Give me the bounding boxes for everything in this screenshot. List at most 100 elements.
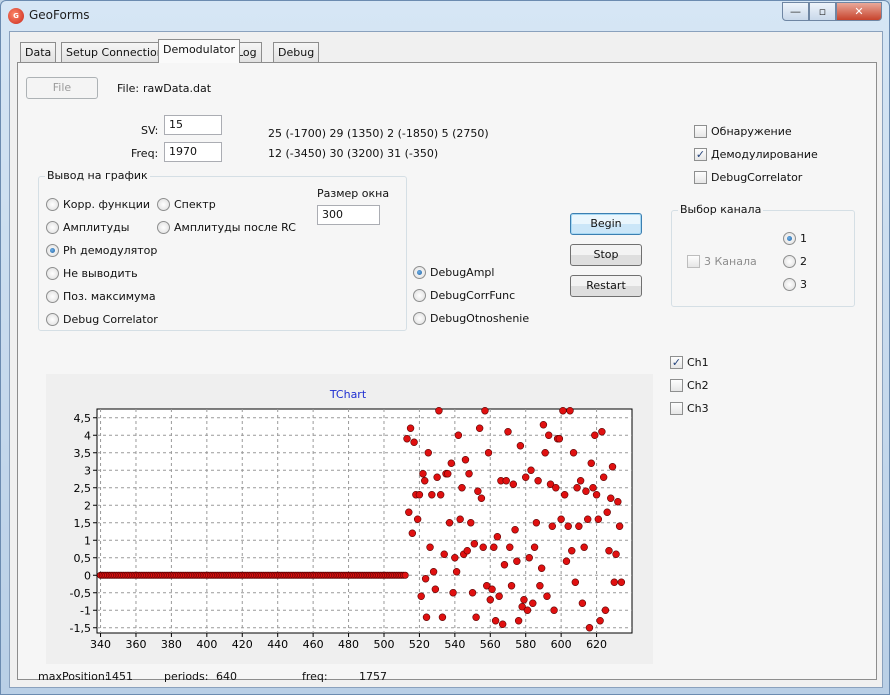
chart-title: TChart <box>329 388 367 401</box>
file-button[interactable]: File <box>26 77 98 99</box>
data-point <box>527 466 535 474</box>
data-point <box>461 456 470 464</box>
data-point <box>530 543 539 551</box>
x-tick-label: 500 <box>373 638 394 651</box>
radio-ph-demodulator[interactable]: Ph демодулятор <box>46 242 157 258</box>
checkbox-label: Ch3 <box>687 401 709 415</box>
tab-setup-connection[interactable]: Setup Connection <box>61 42 169 62</box>
tab-data[interactable]: Data <box>20 42 57 62</box>
checkbox-label: Обнаружение <box>711 124 792 138</box>
data-point <box>513 557 521 565</box>
radio-channel-2[interactable]: 2 <box>783 253 807 269</box>
data-point <box>587 459 595 467</box>
radio-debug-ampl[interactable]: DebugAmpl <box>413 264 494 280</box>
close-button[interactable]: ✕ <box>836 2 882 21</box>
checkbox-ch2[interactable]: Ch2 <box>670 377 709 393</box>
radio-selected-icon <box>413 265 426 279</box>
radio-channel-1[interactable]: 1 <box>783 230 807 246</box>
data-point <box>456 515 464 523</box>
x-tick-label: 400 <box>196 638 217 651</box>
data-point <box>444 470 452 478</box>
radio-label: Поз. максимума <box>63 289 156 303</box>
x-tick-label: 340 <box>90 638 111 651</box>
begin-button[interactable]: Begin <box>570 213 642 235</box>
window-size-field[interactable]: 300 <box>317 205 380 225</box>
data-point <box>452 568 461 576</box>
tab-debug[interactable]: Debug <box>273 42 320 62</box>
freq-label: Freq: <box>131 147 159 160</box>
data-point <box>458 484 466 492</box>
data-point <box>406 424 415 432</box>
checkbox-detection[interactable]: Обнаружение <box>694 123 792 139</box>
maximize-button[interactable]: ▫ <box>809 2 836 21</box>
data-point <box>451 554 459 562</box>
data-point <box>509 480 518 488</box>
data-point <box>413 515 422 523</box>
checkbox-debug-correlator[interactable]: DebugCorrelator <box>694 169 802 185</box>
data-point <box>516 442 525 450</box>
data-point <box>536 582 544 590</box>
minimize-button[interactable]: — <box>782 2 809 21</box>
freq-field[interactable]: 1970 <box>164 142 222 162</box>
satellite-list-line-1: 25 (-1700) 29 (1350) 2 (-1850) 5 (2750) <box>268 127 489 140</box>
checkbox-icon <box>670 378 683 392</box>
checkbox-icon <box>670 401 683 415</box>
data-point <box>472 613 480 621</box>
output-groupbox-title: Вывод на график <box>45 169 150 182</box>
y-tick-label: 1,5 <box>74 517 92 530</box>
checkbox-demodulation[interactable]: ✓ Демодулирование <box>694 146 818 162</box>
data-point <box>550 606 558 614</box>
data-point <box>426 543 434 551</box>
data-point <box>612 550 620 558</box>
y-tick-label: 3 <box>84 464 91 477</box>
data-point <box>419 470 427 478</box>
y-tick-label: 2 <box>84 499 91 512</box>
data-point <box>417 592 425 600</box>
data-point <box>568 547 576 555</box>
radio-debug-corr-func[interactable]: DebugCorrFunc <box>413 287 515 303</box>
radio-debug-correlator[interactable]: Debug Correlator <box>46 311 158 327</box>
data-point <box>617 578 626 586</box>
file-name: rawData.dat <box>143 82 212 95</box>
data-point <box>463 547 471 555</box>
sv-field[interactable]: 15 <box>164 115 222 135</box>
radio-corr-functions[interactable]: Корр. функции <box>46 196 150 212</box>
data-point <box>543 592 551 600</box>
radio-label: DebugOtnoshenie <box>430 311 530 325</box>
satellite-list-line-2: 12 (-3450) 30 (3200) 31 (-350) <box>268 147 439 160</box>
y-tick-label: 4,5 <box>74 412 92 425</box>
tab-demodulator[interactable]: Demodulator <box>158 39 240 63</box>
restart-button[interactable]: Restart <box>570 275 642 297</box>
radio-spectrum[interactable]: Спектр <box>157 196 216 212</box>
data-point <box>493 533 502 541</box>
checkbox-ch1[interactable]: ✓ Ch1 <box>670 354 709 370</box>
radio-label: Ph демодулятор <box>63 243 158 257</box>
x-tick-label: 440 <box>267 638 288 651</box>
stop-button[interactable]: Stop <box>570 244 642 266</box>
data-point <box>573 484 581 492</box>
data-point <box>575 522 583 530</box>
window-size-label: Размер окна <box>317 187 390 200</box>
checkbox-ch3[interactable]: Ch3 <box>670 400 709 416</box>
data-point <box>578 599 587 607</box>
radio-no-output[interactable]: Не выводить <box>46 265 138 281</box>
data-point <box>523 606 532 614</box>
checkbox-label: Ch2 <box>687 378 709 392</box>
radio-max-position[interactable]: Поз. максимума <box>46 288 156 304</box>
checkbox-icon <box>694 170 707 184</box>
radio-amplitudes[interactable]: Амплитуды <box>46 219 129 235</box>
periods-label: periods: <box>164 670 209 683</box>
x-tick-label: 520 <box>409 638 430 651</box>
radio-amplitudes-after-rc[interactable]: Амплитуды после RC <box>157 219 296 235</box>
window-title: GeoForms <box>29 8 90 22</box>
channel-groupbox: Выбор канала 3 Канала 1 2 3 <box>671 203 855 307</box>
checkbox-three-channels[interactable]: 3 Канала <box>687 253 757 269</box>
title-bar[interactable]: G GeoForms — ▫ ✕ <box>1 1 889 31</box>
radio-label: Спектр <box>174 197 216 211</box>
data-point <box>481 407 489 415</box>
radio-debug-otnoshenie[interactable]: DebugOtnoshenie <box>413 310 529 326</box>
radio-selected-icon <box>783 231 796 245</box>
x-tick-label: 460 <box>303 638 324 651</box>
data-point <box>488 585 496 593</box>
radio-channel-3[interactable]: 3 <box>783 276 807 292</box>
